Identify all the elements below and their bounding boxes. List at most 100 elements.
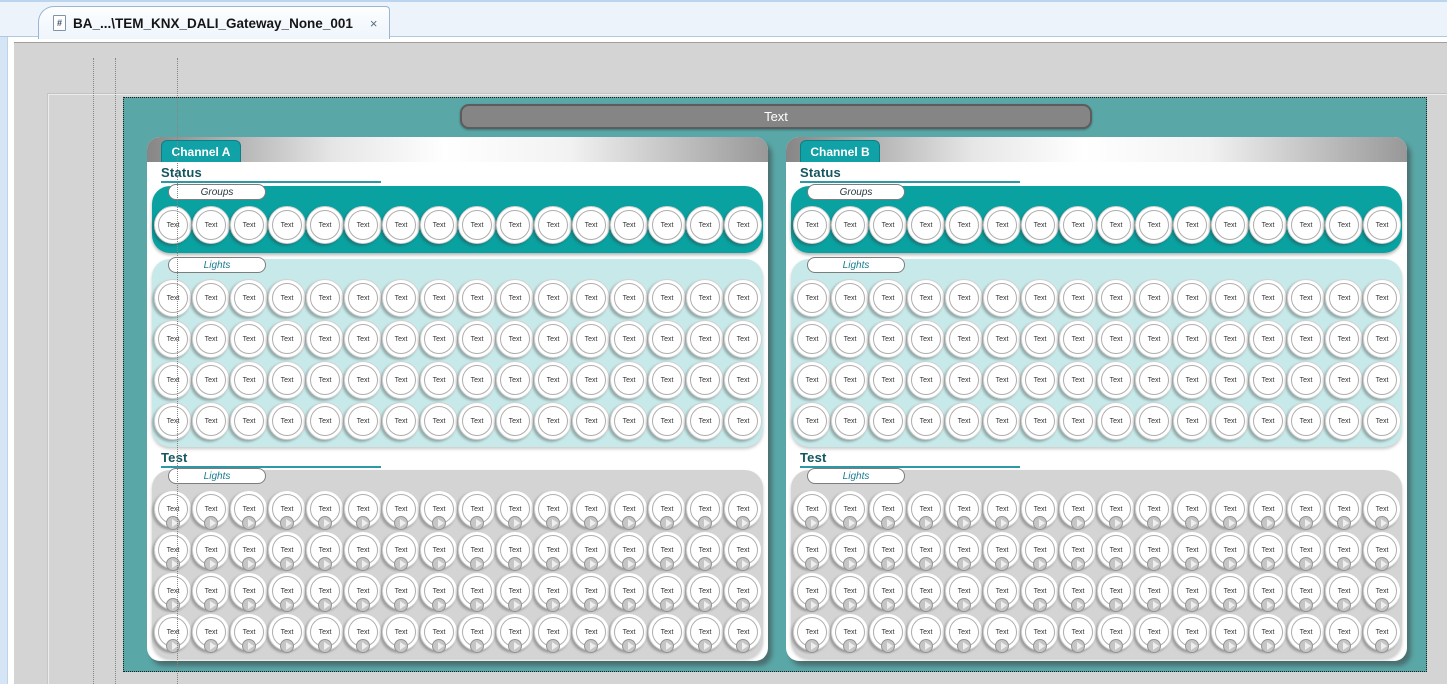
light-test-button[interactable]: Text <box>1059 531 1097 569</box>
light-test-button[interactable]: Text <box>268 531 306 569</box>
group-status-button[interactable]: Text <box>154 206 192 244</box>
group-status-button[interactable]: Text <box>458 206 496 244</box>
light-test-button[interactable]: Text <box>1249 490 1287 528</box>
light-test-button[interactable]: Text <box>793 572 831 610</box>
light-status-button[interactable]: Text <box>420 361 458 399</box>
light-test-button[interactable]: Text <box>306 572 344 610</box>
light-status-button[interactable]: Text <box>572 402 610 440</box>
light-status-button[interactable]: Text <box>1097 279 1135 317</box>
light-test-button[interactable]: Text <box>945 572 983 610</box>
light-test-button[interactable]: Text <box>724 613 762 651</box>
light-test-button[interactable]: Text <box>1363 531 1401 569</box>
light-test-button[interactable]: Text <box>1325 531 1363 569</box>
light-status-button[interactable]: Text <box>831 320 869 358</box>
light-test-button[interactable]: Text <box>382 531 420 569</box>
light-test-button[interactable]: Text <box>724 531 762 569</box>
light-status-button[interactable]: Text <box>1325 402 1363 440</box>
light-status-button[interactable]: Text <box>793 402 831 440</box>
light-status-button[interactable]: Text <box>1211 320 1249 358</box>
light-status-button[interactable]: Text <box>268 279 306 317</box>
light-status-button[interactable]: Text <box>192 361 230 399</box>
light-status-button[interactable]: Text <box>534 402 572 440</box>
light-status-button[interactable]: Text <box>724 279 762 317</box>
light-status-button[interactable]: Text <box>945 279 983 317</box>
light-status-button[interactable]: Text <box>724 361 762 399</box>
light-status-button[interactable]: Text <box>1173 320 1211 358</box>
group-status-button[interactable]: Text <box>1363 206 1401 244</box>
light-test-button[interactable]: Text <box>420 572 458 610</box>
group-status-button[interactable]: Text <box>686 206 724 244</box>
group-status-button[interactable]: Text <box>230 206 268 244</box>
group-status-button[interactable]: Text <box>983 206 1021 244</box>
light-status-button[interactable]: Text <box>1021 279 1059 317</box>
light-status-button[interactable]: Text <box>869 361 907 399</box>
light-status-button[interactable]: Text <box>983 402 1021 440</box>
light-status-button[interactable]: Text <box>420 402 458 440</box>
light-status-button[interactable]: Text <box>344 361 382 399</box>
light-test-button[interactable]: Text <box>1059 490 1097 528</box>
light-test-button[interactable]: Text <box>230 531 268 569</box>
light-test-button[interactable]: Text <box>983 490 1021 528</box>
light-status-button[interactable]: Text <box>1135 279 1173 317</box>
light-status-button[interactable]: Text <box>1059 402 1097 440</box>
light-status-button[interactable]: Text <box>869 320 907 358</box>
light-status-button[interactable]: Text <box>610 279 648 317</box>
group-status-button[interactable]: Text <box>869 206 907 244</box>
light-test-button[interactable]: Text <box>382 490 420 528</box>
light-test-button[interactable]: Text <box>268 613 306 651</box>
light-status-button[interactable]: Text <box>831 361 869 399</box>
light-test-button[interactable]: Text <box>344 572 382 610</box>
light-test-button[interactable]: Text <box>192 613 230 651</box>
light-status-button[interactable]: Text <box>1059 361 1097 399</box>
close-icon[interactable]: × <box>370 17 378 30</box>
light-test-button[interactable]: Text <box>1211 531 1249 569</box>
light-status-button[interactable]: Text <box>1059 320 1097 358</box>
light-status-button[interactable]: Text <box>268 402 306 440</box>
light-test-button[interactable]: Text <box>458 572 496 610</box>
light-status-button[interactable]: Text <box>572 279 610 317</box>
light-status-button[interactable]: Text <box>458 320 496 358</box>
group-status-button[interactable]: Text <box>268 206 306 244</box>
light-test-button[interactable]: Text <box>534 572 572 610</box>
light-test-button[interactable]: Text <box>1059 613 1097 651</box>
light-test-button[interactable]: Text <box>945 490 983 528</box>
light-test-button[interactable]: Text <box>572 613 610 651</box>
group-status-button[interactable]: Text <box>382 206 420 244</box>
light-test-button[interactable]: Text <box>907 572 945 610</box>
light-test-button[interactable]: Text <box>1173 613 1211 651</box>
light-status-button[interactable]: Text <box>793 361 831 399</box>
light-test-button[interactable]: Text <box>1135 490 1173 528</box>
light-test-button[interactable]: Text <box>831 613 869 651</box>
light-status-button[interactable]: Text <box>724 320 762 358</box>
light-status-button[interactable]: Text <box>831 279 869 317</box>
light-test-button[interactable]: Text <box>1173 531 1211 569</box>
light-test-button[interactable]: Text <box>1097 490 1135 528</box>
light-status-button[interactable]: Text <box>983 320 1021 358</box>
light-status-button[interactable]: Text <box>1325 320 1363 358</box>
group-status-button[interactable]: Text <box>306 206 344 244</box>
light-test-button[interactable]: Text <box>230 490 268 528</box>
document-tab[interactable]: # BA_...\TEM_KNX_DALI_Gateway_None_001 × <box>38 6 390 39</box>
light-status-button[interactable]: Text <box>686 320 724 358</box>
light-status-button[interactable]: Text <box>1097 402 1135 440</box>
light-test-button[interactable]: Text <box>534 531 572 569</box>
group-status-button[interactable]: Text <box>420 206 458 244</box>
light-test-button[interactable]: Text <box>983 572 1021 610</box>
light-status-button[interactable]: Text <box>230 279 268 317</box>
group-status-button[interactable]: Text <box>945 206 983 244</box>
light-status-button[interactable]: Text <box>983 361 1021 399</box>
group-status-button[interactable]: Text <box>192 206 230 244</box>
light-status-button[interactable]: Text <box>496 279 534 317</box>
light-test-button[interactable]: Text <box>1135 613 1173 651</box>
light-test-button[interactable]: Text <box>534 490 572 528</box>
light-status-button[interactable]: Text <box>1135 402 1173 440</box>
light-status-button[interactable]: Text <box>382 279 420 317</box>
light-status-button[interactable]: Text <box>1287 279 1325 317</box>
light-status-button[interactable]: Text <box>1097 361 1135 399</box>
light-test-button[interactable]: Text <box>306 613 344 651</box>
light-test-button[interactable]: Text <box>869 572 907 610</box>
light-test-button[interactable]: Text <box>496 613 534 651</box>
light-status-button[interactable]: Text <box>344 320 382 358</box>
light-status-button[interactable]: Text <box>154 320 192 358</box>
light-test-button[interactable]: Text <box>192 531 230 569</box>
